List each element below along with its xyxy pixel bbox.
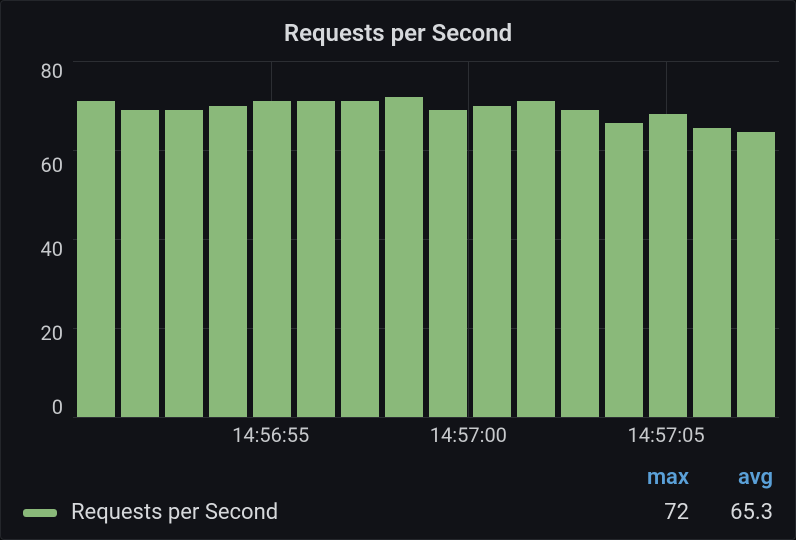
x-tick: 14:57:00: [430, 423, 507, 447]
stat-header-max: max: [633, 465, 689, 490]
stat-header-avg: avg: [717, 465, 773, 490]
x-tick: 14:57:05: [627, 423, 704, 447]
bar[interactable]: [737, 132, 775, 417]
bar[interactable]: [473, 106, 511, 418]
legend-swatch: [23, 509, 57, 517]
bar[interactable]: [605, 123, 643, 417]
bar[interactable]: [561, 110, 599, 417]
chart-title: Requests per Second: [17, 19, 779, 47]
bar[interactable]: [341, 101, 379, 417]
y-tick: 40: [41, 239, 63, 259]
bar[interactable]: [297, 101, 335, 417]
bar[interactable]: [429, 110, 467, 417]
stat-max-value: 72: [633, 500, 689, 525]
bar[interactable]: [121, 110, 159, 417]
bar-group: [73, 61, 779, 417]
y-tick: 80: [41, 61, 63, 81]
y-tick: 0: [52, 397, 63, 417]
x-tick: 14:56:55: [232, 423, 309, 447]
bar[interactable]: [77, 101, 115, 417]
legend-label: Requests per Second: [71, 500, 633, 525]
chart-area: 80 60 40 20 0 14:56:55 14:57:00 14:57:05: [17, 61, 779, 451]
stat-header-row: max avg: [17, 465, 779, 490]
y-axis: 80 60 40 20 0: [17, 61, 73, 417]
y-tick: 60: [41, 155, 63, 175]
bar[interactable]: [209, 106, 247, 418]
legend-row[interactable]: Requests per Second 72 65.3: [17, 500, 779, 525]
bar[interactable]: [253, 101, 291, 417]
stat-avg-value: 65.3: [717, 500, 773, 525]
bar[interactable]: [517, 101, 555, 417]
chart-panel: Requests per Second 806040200 14:56:5514…: [0, 0, 796, 540]
bar[interactable]: [385, 97, 423, 417]
y-tick: 20: [41, 323, 63, 343]
bar[interactable]: [693, 128, 731, 417]
bar[interactable]: [165, 110, 203, 417]
bar[interactable]: [649, 114, 687, 417]
plot-area[interactable]: [73, 61, 779, 417]
x-axis: 14:56:55 14:57:00 14:57:05: [73, 417, 779, 451]
